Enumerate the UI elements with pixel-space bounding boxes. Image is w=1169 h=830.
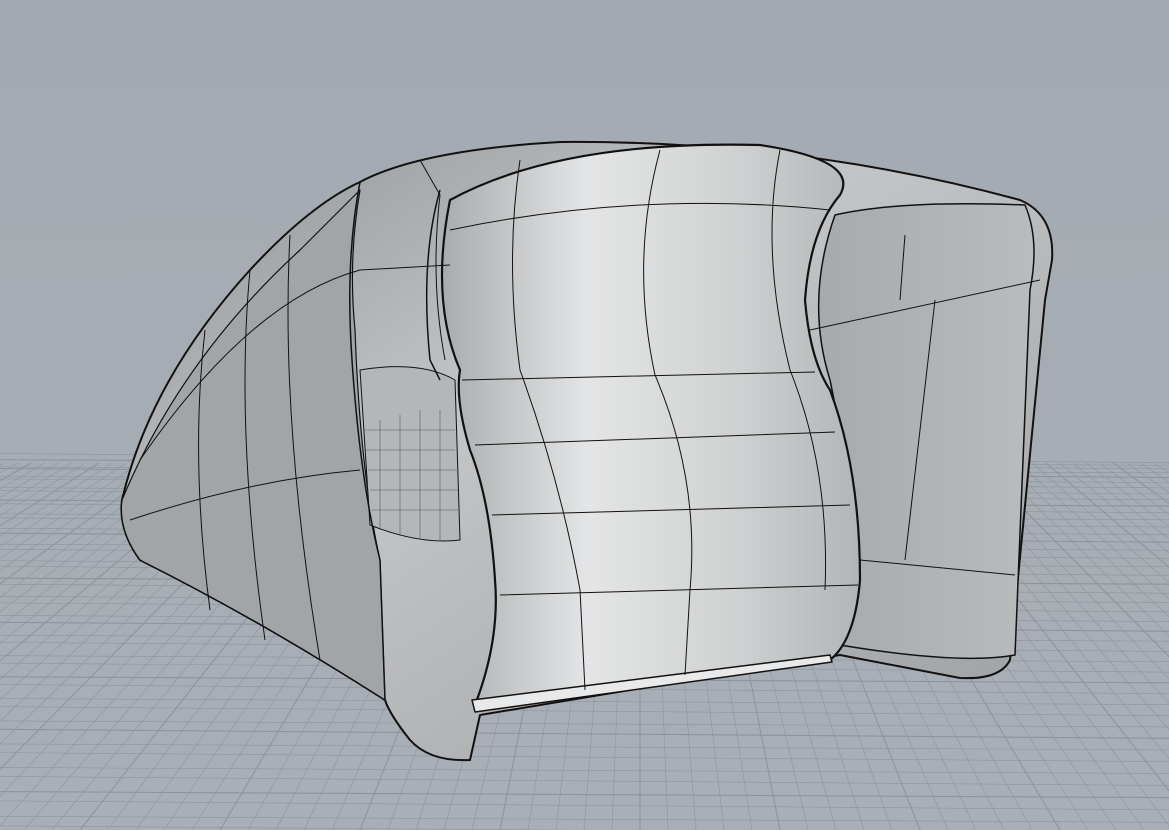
3d-viewport[interactable]	[0, 0, 1169, 830]
left-cavity	[359, 366, 461, 542]
front-curved-panel	[440, 143, 862, 707]
